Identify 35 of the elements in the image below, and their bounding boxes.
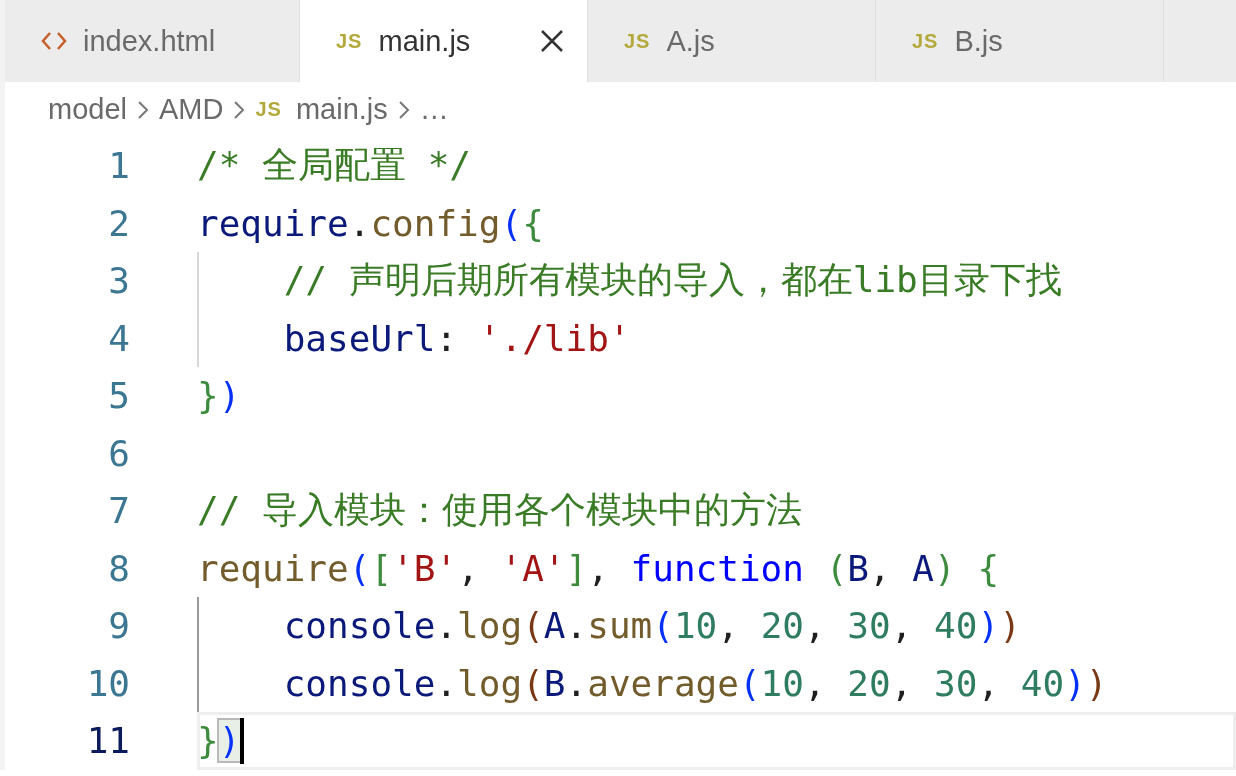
- code-line: console.log(A.sum(10, 20, 30, 40)): [282, 605, 1021, 647]
- code-line: baseUrl: './lib': [282, 317, 631, 359]
- line-number: 2: [107, 202, 130, 244]
- code-line: }): [197, 375, 241, 417]
- code-icon: [41, 30, 67, 52]
- breadcrumb-item[interactable]: model: [48, 93, 127, 126]
- code-line: // 声明后期所有模块的导入，都在lib目录下找: [282, 258, 1062, 303]
- line-number: 6: [107, 432, 130, 474]
- code-line: require.config({: [197, 202, 544, 244]
- editor-tab[interactable]: index.html: [0, 0, 300, 82]
- code-line: require(['B', 'A'], function (B, A) {: [197, 547, 1000, 589]
- js-icon: JS: [912, 29, 939, 53]
- line-number: 11: [85, 720, 130, 762]
- line-number: 1: [107, 145, 130, 187]
- breadcrumb-item[interactable]: AMD: [159, 93, 224, 126]
- code-line: // 导入模块：使用各个模块中的方法: [197, 488, 803, 533]
- js-icon: JS: [624, 29, 651, 53]
- breadcrumb-item[interactable]: …: [419, 93, 449, 126]
- matched-bracket: ): [218, 720, 241, 762]
- code-line: /* 全局配置 */: [197, 143, 472, 188]
- code-line: console.log(B.average(10, 20, 30, 40)): [282, 662, 1108, 704]
- line-number: 10: [85, 662, 130, 704]
- close-icon[interactable]: [539, 28, 565, 54]
- code-line: }: [197, 720, 219, 762]
- chevron-icon: [135, 98, 151, 121]
- breadcrumb-item[interactable]: main.js: [295, 93, 388, 126]
- line-number: 5: [107, 375, 130, 417]
- js-icon: JS: [255, 98, 282, 121]
- line-number: 9: [107, 605, 130, 647]
- js-icon: JS: [336, 29, 363, 53]
- line-number: 8: [107, 547, 130, 589]
- line-number: 7: [107, 490, 130, 532]
- line-number: 3: [107, 260, 130, 302]
- line-number: 4: [107, 317, 130, 359]
- editor-tab[interactable]: JS main.js: [300, 0, 588, 82]
